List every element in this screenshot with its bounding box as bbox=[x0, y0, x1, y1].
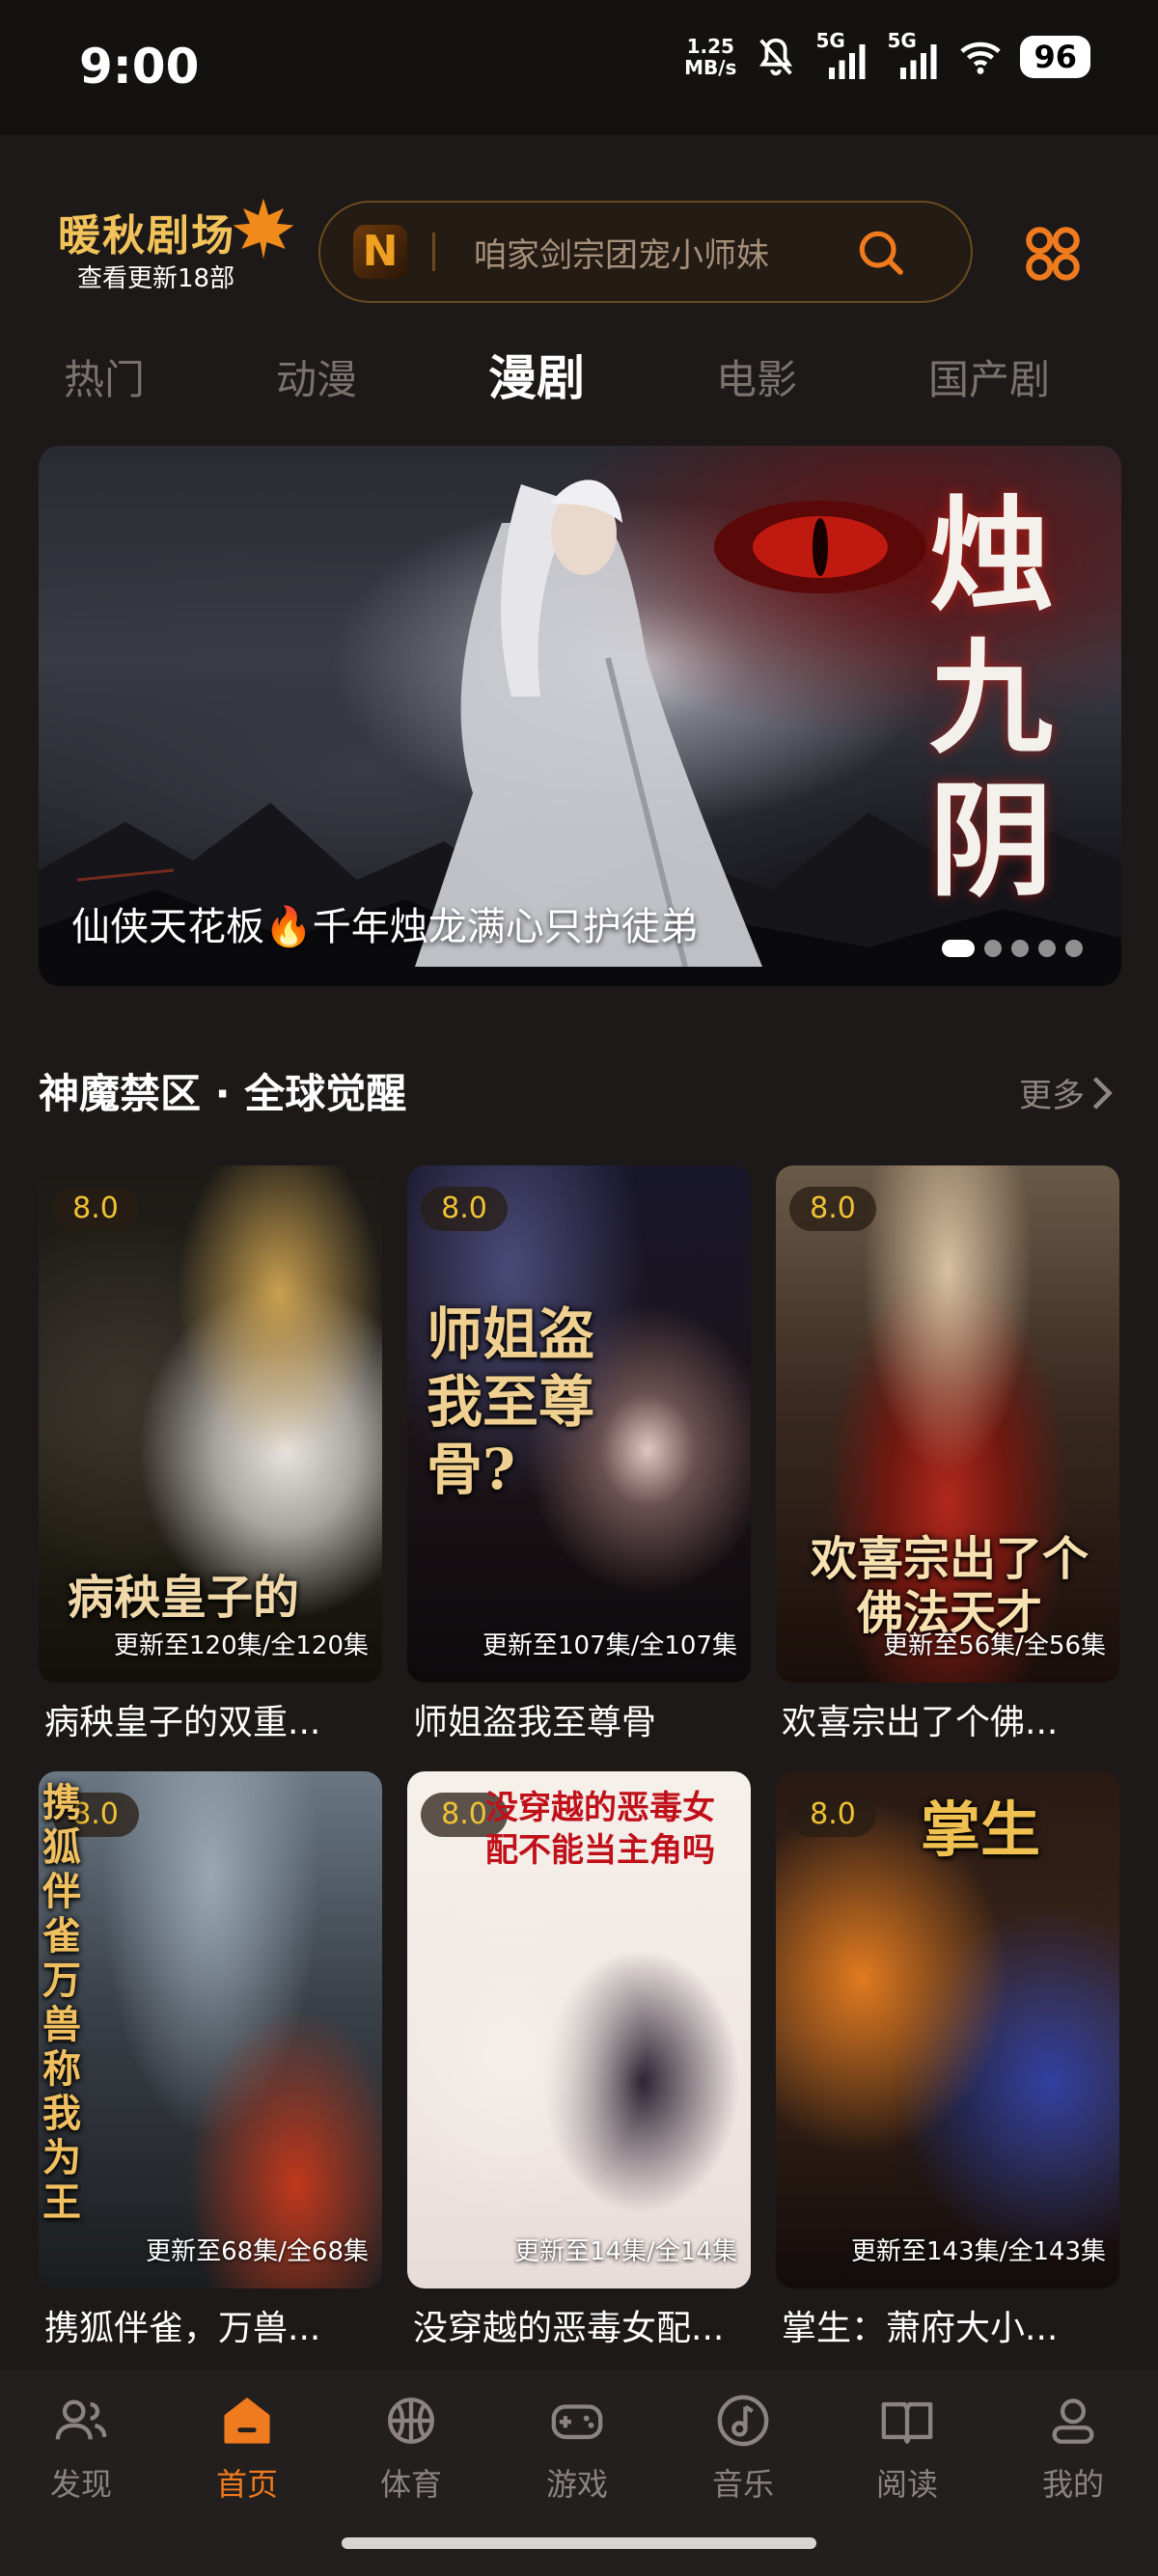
search-icon[interactable] bbox=[853, 225, 907, 279]
nav-sports[interactable]: 体育 bbox=[353, 2393, 469, 2505]
nav-label: 首页 bbox=[215, 2466, 278, 2503]
nav-discover[interactable]: 发现 bbox=[23, 2393, 139, 2505]
carousel-dot[interactable] bbox=[1065, 940, 1083, 957]
drama-card[interactable]: 8.0 欢喜宗出了个佛法天才 更新至56集/全56集 欢喜宗出了个佛... bbox=[776, 1165, 1119, 1744]
app-header: 暖秋剧场 查看更新18部 N 咱家剑宗团宠小师妹 bbox=[0, 135, 1158, 318]
search-input[interactable]: 咱家剑宗团宠小师妹 bbox=[474, 229, 853, 276]
nav-games[interactable]: 游戏 bbox=[519, 2393, 635, 2505]
updates-link[interactable]: 查看更新18部 bbox=[77, 259, 290, 294]
search-divider bbox=[432, 233, 435, 271]
app-logo[interactable]: 暖秋剧场 查看更新18部 bbox=[58, 198, 294, 293]
nav-label: 游戏 bbox=[545, 2466, 608, 2503]
poster-text: 欢喜宗出了个佛法天才 bbox=[810, 1532, 1089, 1640]
book-icon bbox=[881, 2401, 933, 2444]
rating-badge: 8.0 bbox=[789, 1187, 876, 1231]
signal-bars-icon bbox=[900, 44, 937, 79]
poster-text: 没穿越的恶毒女配不能当主角吗 bbox=[485, 1789, 715, 1870]
episode-count: 更新至68集/全68集 bbox=[146, 2237, 369, 2266]
nav-music[interactable]: 音乐 bbox=[685, 2393, 801, 2505]
tab-domestic-drama[interactable]: 国产剧 bbox=[928, 347, 1050, 406]
card-title[interactable]: 病秧皇子的双重... bbox=[39, 1694, 382, 1744]
network-speed-unit: MB/s bbox=[684, 56, 737, 79]
network-speed: 1.25 MB/s bbox=[684, 36, 736, 78]
nav-label: 体育 bbox=[379, 2466, 442, 2503]
nav-home[interactable]: 首页 bbox=[189, 2393, 305, 2505]
tab-movie[interactable]: 电影 bbox=[716, 347, 797, 406]
battery-indicator: 96 bbox=[1020, 36, 1090, 78]
episode-count: 更新至120集/全120集 bbox=[113, 1631, 369, 1660]
rating-badge: 8.0 bbox=[421, 1187, 508, 1231]
carousel-dot[interactable] bbox=[1038, 940, 1056, 957]
more-link[interactable]: 更多 bbox=[1019, 1069, 1085, 1116]
poster-text: 携狐伴雀万兽称我为王 bbox=[42, 1780, 81, 2225]
bell-muted-icon bbox=[759, 38, 793, 76]
nav-label: 音乐 bbox=[711, 2466, 774, 2503]
home-icon bbox=[224, 2398, 270, 2444]
poster-text: 掌生 bbox=[921, 1795, 1041, 1865]
episode-count: 更新至143集/全143集 bbox=[850, 2237, 1106, 2266]
nav-label: 发现 bbox=[49, 2466, 112, 2503]
rating-badge: 8.0 bbox=[789, 1793, 876, 1837]
drama-card[interactable]: 8.0 病秧皇子的 更新至120集/全120集 病秧皇子的双重... bbox=[39, 1165, 382, 1744]
card-title[interactable]: 携狐伴雀，万兽... bbox=[39, 2300, 382, 2350]
poster-text: 师姐盗我至尊骨? bbox=[427, 1302, 595, 1502]
status-time: 9:00 bbox=[79, 39, 200, 95]
drama-card[interactable]: 8.0 携狐伴雀万兽称我为王 更新至68集/全68集 携狐伴雀，万兽... bbox=[39, 1771, 382, 2350]
cell-signal-1: 5G bbox=[815, 29, 869, 79]
poster-text: 病秧皇子的 bbox=[68, 1571, 300, 1625]
rating-badge: 8.0 bbox=[52, 1187, 139, 1231]
drama-card[interactable]: 8.0 掌生 更新至143集/全143集 掌生：萧府大小... bbox=[776, 1771, 1119, 2350]
drama-card[interactable]: 8.0 师姐盗我至尊骨? 更新至107集/全107集 师姐盗我至尊骨 bbox=[407, 1165, 751, 1744]
home-indicator[interactable] bbox=[342, 2537, 816, 2549]
network-speed-value: 1.25 bbox=[686, 35, 734, 58]
brand-n-icon: N bbox=[353, 225, 407, 279]
carousel-dot[interactable] bbox=[942, 940, 975, 957]
drama-card[interactable]: 8.0 没穿越的恶毒女配不能当主角吗 更新至14集/全14集 没穿越的恶毒女配.… bbox=[407, 1771, 751, 2350]
tab-comic-drama[interactable]: 漫剧 bbox=[488, 340, 585, 409]
banner-figure bbox=[415, 480, 762, 967]
tab-anime[interactable]: 动漫 bbox=[276, 347, 357, 406]
music-icon bbox=[717, 2395, 769, 2447]
featured-banner[interactable]: 烛九阴 仙侠天花板🔥千年烛龙满心只护徒弟 bbox=[39, 446, 1121, 986]
card-title[interactable]: 师姐盗我至尊骨 bbox=[407, 1694, 751, 1744]
search-bar[interactable]: N 咱家剑宗团宠小师妹 bbox=[318, 201, 973, 303]
status-indicators: 1.25 MB/s 5G 5G 96 bbox=[684, 29, 1090, 79]
episode-count: 更新至14集/全14集 bbox=[514, 2237, 737, 2266]
poster-image[interactable]: 8.0 病秧皇子的 更新至120集/全120集 bbox=[39, 1165, 382, 1683]
nav-profile[interactable]: 我的 bbox=[1015, 2393, 1131, 2505]
nav-reading[interactable]: 阅读 bbox=[849, 2393, 965, 2505]
nav-label: 我的 bbox=[1041, 2466, 1104, 2503]
gamepad-icon bbox=[551, 2404, 603, 2440]
signal-bars-icon bbox=[829, 44, 866, 79]
section-title: 神魔禁区 · 全球觉醒 bbox=[39, 1070, 407, 1117]
card-title[interactable]: 欢喜宗出了个佛... bbox=[776, 1694, 1119, 1744]
basketball-icon bbox=[388, 2398, 434, 2444]
episode-count: 更新至107集/全107集 bbox=[482, 1631, 737, 1660]
category-tabs: 热门 动漫 漫剧 电影 国产剧 bbox=[0, 338, 1158, 415]
poster-image[interactable]: 8.0 师姐盗我至尊骨? 更新至107集/全107集 bbox=[407, 1165, 751, 1683]
maple-leaf-icon bbox=[233, 198, 294, 260]
wifi-icon bbox=[960, 41, 1002, 74]
chevron-right-icon[interactable] bbox=[1089, 1075, 1116, 1111]
poster-image[interactable]: 8.0 没穿越的恶毒女配不能当主角吗 更新至14集/全14集 bbox=[407, 1771, 751, 2288]
category-grid-icon[interactable] bbox=[1021, 222, 1085, 286]
cell-signal-2: 5G bbox=[887, 29, 941, 79]
discover-icon bbox=[55, 2399, 107, 2440]
nav-label: 阅读 bbox=[875, 2466, 938, 2503]
status-bar: 9:00 1.25 MB/s 5G 5G 96 bbox=[0, 0, 1158, 135]
carousel-dots bbox=[942, 940, 1083, 957]
poster-image[interactable]: 8.0 掌生 更新至143集/全143集 bbox=[776, 1771, 1119, 2288]
episode-count: 更新至56集/全56集 bbox=[883, 1631, 1106, 1660]
poster-image[interactable]: 8.0 欢喜宗出了个佛法天才 更新至56集/全56集 bbox=[776, 1165, 1119, 1683]
card-title[interactable]: 没穿越的恶毒女配... bbox=[407, 2300, 751, 2350]
tab-hot[interactable]: 热门 bbox=[64, 347, 145, 406]
card-title[interactable]: 掌生：萧府大小... bbox=[776, 2300, 1119, 2350]
banner-caption: 仙侠天花板🔥千年烛龙满心只护徒弟 bbox=[71, 905, 699, 949]
carousel-dot[interactable] bbox=[1011, 940, 1029, 957]
banner-poster-title: 烛九阴 bbox=[928, 483, 1053, 914]
poster-image[interactable]: 8.0 携狐伴雀万兽称我为王 更新至68集/全68集 bbox=[39, 1771, 382, 2288]
profile-icon bbox=[1052, 2398, 1094, 2444]
carousel-dot[interactable] bbox=[984, 940, 1002, 957]
